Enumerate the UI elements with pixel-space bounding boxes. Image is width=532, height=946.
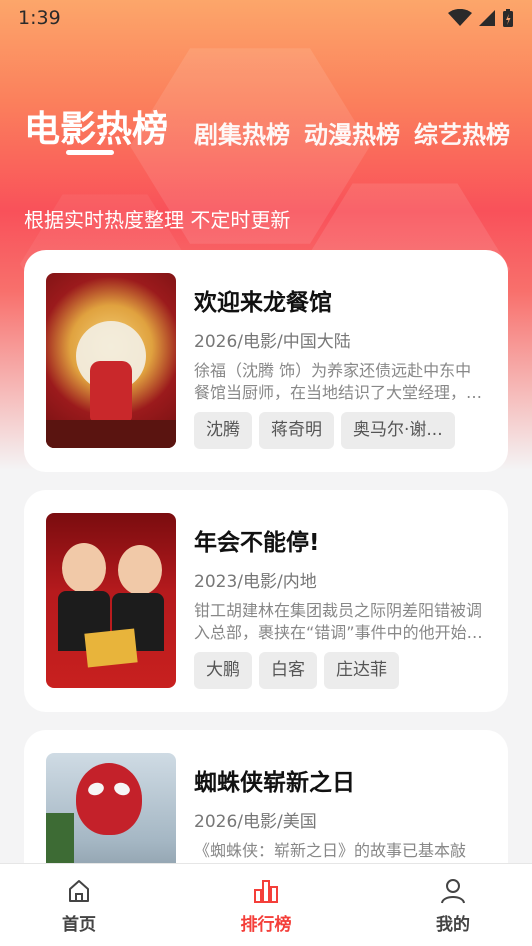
- cast-tags: 大鹏 白客 庄达菲: [194, 652, 486, 689]
- movie-title: 年会不能停!: [194, 530, 320, 556]
- list-subtitle: 根据实时热度整理 不定时更新: [24, 208, 291, 232]
- tab-movies[interactable]: 电影热榜: [24, 100, 168, 155]
- movie-ranking-list: 欢迎来龙餐馆 2026/电影/中国大陆 徐福（沈腾 饰）为养家还债远赴中东中餐馆…: [24, 250, 508, 946]
- tab-anime[interactable]: 动漫热榜: [304, 115, 400, 150]
- person-icon: [441, 879, 465, 904]
- movie-poster: [46, 513, 176, 688]
- movie-description: 钳工胡建林在集团裁员之际阴差阳错被调入总部，裹挟在“错调”事件中的他开始了职场新…: [194, 601, 483, 642]
- status-time: 1:39: [18, 7, 61, 29]
- cast-tag[interactable]: 庄达菲: [324, 652, 399, 689]
- movie-title: 欢迎来龙餐馆: [194, 290, 332, 316]
- cast-tag[interactable]: 大鹏: [194, 652, 252, 689]
- nav-ranking[interactable]: 排行榜: [229, 864, 303, 946]
- tab-variety[interactable]: 综艺热榜: [414, 115, 510, 150]
- nav-home[interactable]: 首页: [42, 864, 116, 946]
- movie-meta: 2023/电影/内地: [194, 572, 317, 592]
- movie-meta: 2026/电影/中国大陆: [194, 332, 351, 352]
- movie-card[interactable]: 年会不能停! 2023/电影/内地 钳工胡建林在集团裁员之际阴差阳错被调入总部，…: [24, 490, 508, 712]
- nav-profile[interactable]: 我的: [416, 864, 490, 946]
- status-bar: 1:39: [0, 0, 532, 36]
- cast-tag[interactable]: 奥马尔·谢...: [341, 412, 455, 449]
- cast-tags: 沈腾 蒋奇明 奥马尔·谢...: [194, 412, 486, 449]
- nav-label: 我的: [436, 915, 470, 935]
- cast-tag[interactable]: 白客: [259, 652, 317, 689]
- movie-meta: 2026/电影/美国: [194, 812, 317, 832]
- active-tab-indicator: [66, 150, 114, 155]
- movie-title: 蜘蛛侠崭新之日: [194, 770, 355, 796]
- signal-icon: [479, 10, 495, 26]
- cast-tag[interactable]: 沈腾: [194, 412, 252, 449]
- home-icon: [69, 880, 89, 902]
- category-tabs: 电影热榜 剧集热榜 动漫热榜 综艺热榜: [24, 100, 522, 155]
- chart-icon: [254, 880, 278, 903]
- tab-series[interactable]: 剧集热榜: [194, 115, 290, 150]
- movie-description: 徐福（沈腾 饰）为养家还债远赴中东中餐馆当厨师，在当地结识了大堂经理，却意外卷入…: [194, 361, 483, 402]
- bottom-navigation: 首页 排行榜 我的: [0, 863, 532, 946]
- battery-icon: [503, 9, 513, 27]
- nav-label: 首页: [62, 915, 96, 935]
- wifi-icon: [448, 9, 472, 26]
- nav-label: 排行榜: [240, 915, 292, 935]
- movie-poster: [46, 273, 176, 448]
- cast-tag[interactable]: 蒋奇明: [259, 412, 334, 449]
- movie-card[interactable]: 欢迎来龙餐馆 2026/电影/中国大陆 徐福（沈腾 饰）为养家还债远赴中东中餐馆…: [24, 250, 508, 472]
